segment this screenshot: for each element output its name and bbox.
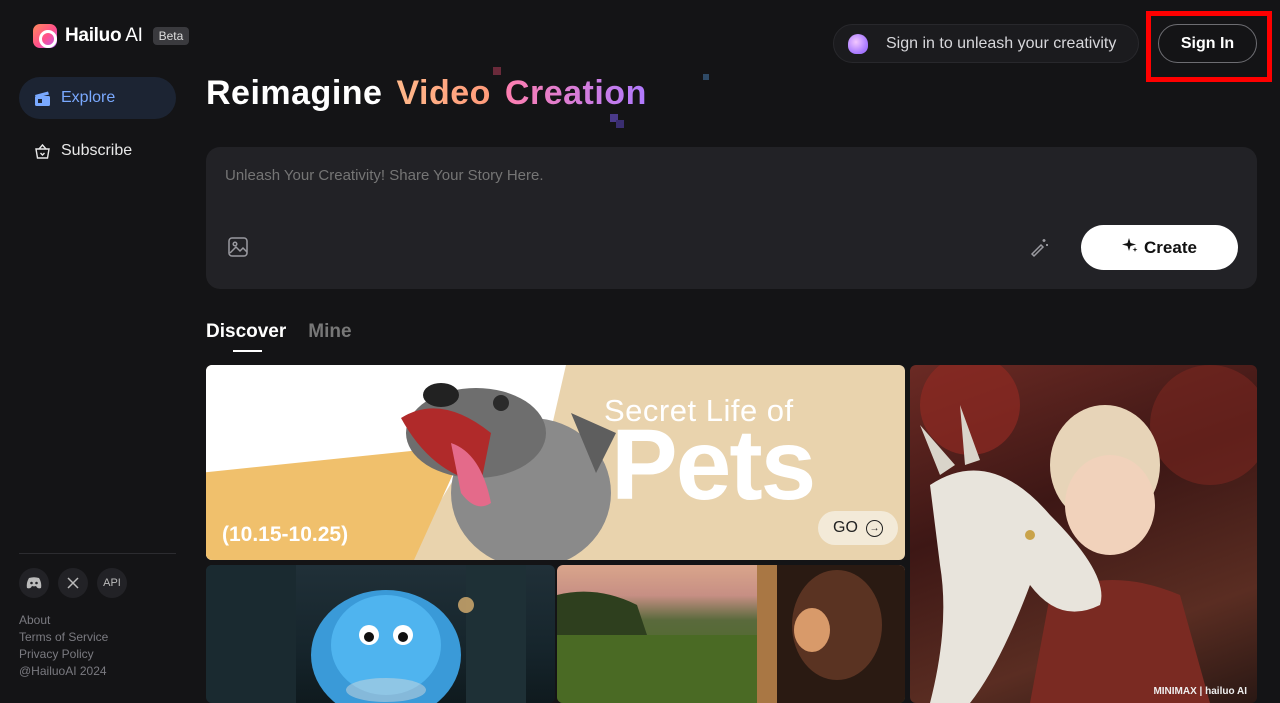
copyright: @HailuoAI 2024 bbox=[19, 664, 107, 678]
prompt-input[interactable] bbox=[225, 167, 1025, 184]
create-label: Create bbox=[1144, 237, 1197, 257]
landscape-image bbox=[557, 565, 905, 703]
decor-pixel bbox=[616, 120, 624, 128]
sidebar: Hailuo AI Beta Explore Subscribe API Abo… bbox=[0, 0, 190, 703]
decor-pixel bbox=[703, 74, 709, 80]
app-name: Hailuo AI bbox=[65, 25, 143, 46]
x-logo-icon[interactable] bbox=[58, 568, 88, 598]
api-icon[interactable]: API bbox=[97, 568, 127, 598]
privacy-link[interactable]: Privacy Policy bbox=[19, 646, 108, 663]
hailuo-logo-icon bbox=[33, 24, 57, 48]
sign-in-button[interactable]: Sign In bbox=[1158, 24, 1257, 63]
title-word-reimagine: Reimagine bbox=[206, 74, 383, 112]
social-links: API bbox=[19, 568, 127, 598]
go-button[interactable]: GO → bbox=[818, 511, 898, 545]
crown-basket-icon bbox=[34, 143, 51, 160]
image-upload-icon[interactable] bbox=[227, 236, 249, 258]
sidebar-item-subscribe[interactable]: Subscribe bbox=[19, 130, 176, 172]
blue-monster-card[interactable] bbox=[206, 565, 555, 703]
title-word-video: Video bbox=[396, 74, 491, 112]
footer-links: About Terms of Service Privacy Policy @H… bbox=[19, 612, 108, 680]
go-label: GO bbox=[833, 519, 858, 536]
clapperboard-icon bbox=[34, 90, 51, 107]
sidebar-divider bbox=[19, 553, 176, 554]
discord-icon[interactable] bbox=[19, 568, 49, 598]
landscape-card[interactable] bbox=[557, 565, 905, 703]
banner-dates: (10.15-10.25) bbox=[222, 523, 349, 546]
arrow-right-icon: → bbox=[865, 519, 883, 537]
promo-text: Sign in to unleash your creativity bbox=[886, 34, 1117, 52]
sidebar-item-explore[interactable]: Explore bbox=[19, 77, 176, 119]
boy-dragon-card[interactable]: MINIMAX | hailuo AI bbox=[910, 365, 1257, 703]
app-logo[interactable]: Hailuo AI Beta bbox=[33, 24, 190, 48]
sidebar-item-label: Explore bbox=[61, 89, 116, 106]
watermark: MINIMAX | hailuo AI bbox=[1153, 686, 1247, 697]
beta-badge: Beta bbox=[152, 27, 190, 45]
pets-banner-card[interactable]: Secret Life of Pets (10.15-10.25) GO → bbox=[206, 365, 905, 560]
dog-illustration bbox=[401, 383, 616, 560]
banner-title: Pets bbox=[611, 409, 816, 521]
decor-pixel bbox=[493, 67, 501, 75]
shell-icon bbox=[848, 33, 868, 54]
content-tabs: Discover Mine bbox=[206, 321, 352, 352]
signin-promo[interactable]: Sign in to unleash your creativity bbox=[833, 24, 1139, 63]
sparkle-icon bbox=[1122, 237, 1138, 258]
title-word-creation: Creation bbox=[504, 74, 647, 112]
magic-wand-icon[interactable] bbox=[1028, 236, 1050, 258]
sidebar-item-label: Subscribe bbox=[61, 142, 133, 159]
prompt-box: Create bbox=[206, 147, 1257, 289]
page-title: Reimagine Video Creation bbox=[206, 74, 647, 113]
terms-link[interactable]: Terms of Service bbox=[19, 629, 108, 646]
create-button[interactable]: Create bbox=[1081, 225, 1238, 270]
tab-discover[interactable]: Discover bbox=[206, 321, 286, 352]
api-label: API bbox=[103, 577, 121, 589]
blue-monster-image bbox=[206, 565, 526, 703]
about-link[interactable]: About bbox=[19, 612, 108, 629]
boy-dragon-image bbox=[920, 365, 1257, 703]
tab-mine[interactable]: Mine bbox=[308, 321, 351, 343]
